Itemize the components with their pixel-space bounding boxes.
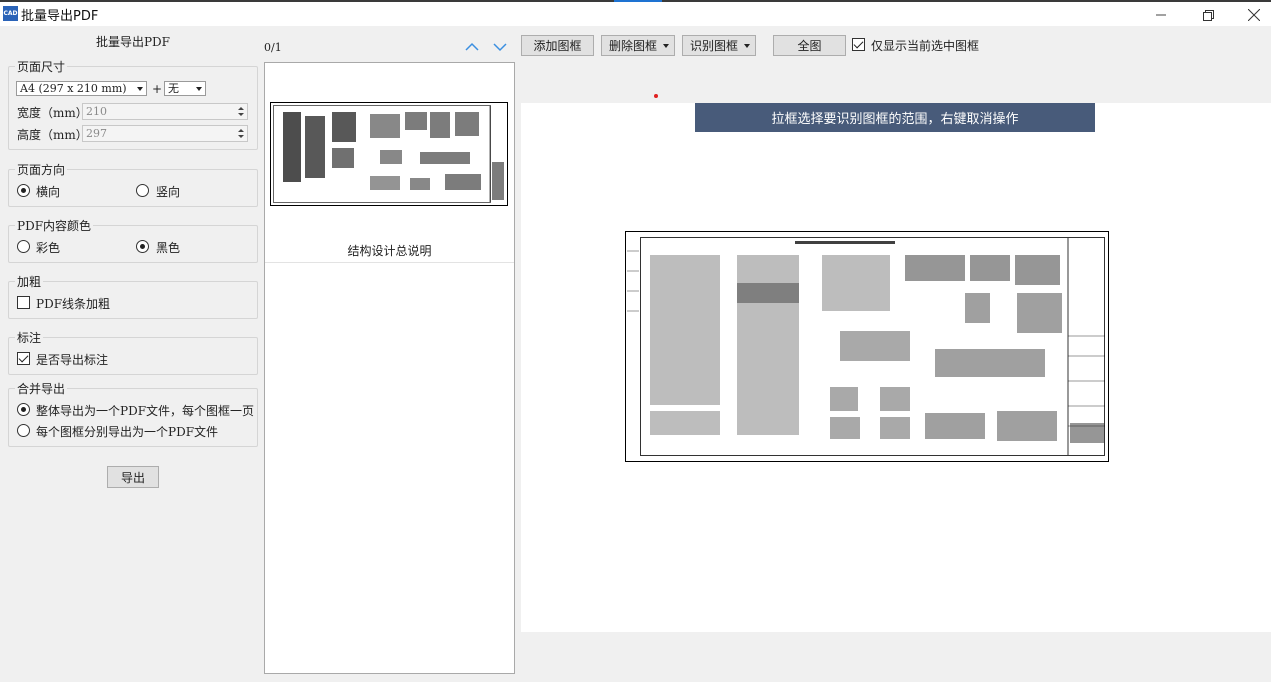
page-counter: 0/1 xyxy=(264,41,282,54)
portrait-radio[interactable] xyxy=(136,184,149,197)
color-legend: PDF内容颜色 xyxy=(17,219,92,233)
export-annotation-checkbox[interactable] xyxy=(17,352,30,365)
orientation-legend: 页面方向 xyxy=(17,163,66,177)
merge-single-label[interactable]: 整体导出为一个PDF文件，每个图框一页 xyxy=(36,402,254,419)
close-button[interactable] xyxy=(1234,4,1271,26)
selection-hint-banner: 拉框选择要识别图框的范围，右键取消操作 xyxy=(695,103,1095,132)
only-selected-label[interactable]: 仅显示当前选中图框 xyxy=(871,37,979,54)
dropdown-arrow-icon xyxy=(663,44,669,48)
export-annotation-label[interactable]: 是否导出标注 xyxy=(36,351,108,368)
minimize-button[interactable] xyxy=(1141,4,1181,26)
bold-lines-label[interactable]: PDF线条加粗 xyxy=(36,295,110,312)
plus-sign: + xyxy=(152,82,163,96)
black-label[interactable]: 黑色 xyxy=(156,239,180,256)
thumbnail-divider xyxy=(265,262,514,263)
height-value: 297 xyxy=(86,127,107,140)
spin-down-icon[interactable] xyxy=(238,113,244,116)
spin-down-icon[interactable] xyxy=(238,135,244,138)
restore-icon xyxy=(1202,9,1214,21)
recognize-frame-label: 识别图框 xyxy=(690,39,739,53)
full-view-button[interactable]: 全图 xyxy=(773,35,846,56)
page-size-legend: 页面尺寸 xyxy=(17,60,66,74)
chevron-up-icon[interactable] xyxy=(465,42,479,52)
portrait-label[interactable]: 竖向 xyxy=(156,183,180,200)
panel-title: 批量导出PDF xyxy=(95,35,171,49)
extra-size-select-value: 无 xyxy=(168,82,179,95)
window-title: 批量导出PDF xyxy=(21,9,99,24)
page-size-select-value: A4 (297 x 210 mm) xyxy=(20,82,127,95)
merge-each-radio[interactable] xyxy=(17,424,30,437)
merge-single-radio[interactable] xyxy=(17,403,30,416)
landscape-label[interactable]: 横向 xyxy=(36,183,60,200)
thumbnail-list[interactable]: 结构设计总说明 xyxy=(264,62,515,674)
bold-legend: 加粗 xyxy=(17,275,42,289)
minimize-icon xyxy=(1156,14,1166,16)
recognize-frame-button[interactable]: 识别图框 xyxy=(682,35,756,56)
extra-size-select[interactable]: 无 xyxy=(164,81,206,96)
title-bar: CAD 批量导出PDF xyxy=(0,2,1271,26)
width-value: 210 xyxy=(86,105,107,118)
height-label: 高度（mm） xyxy=(17,128,88,142)
export-button[interactable]: 导出 xyxy=(107,466,159,488)
app-icon: CAD xyxy=(3,6,18,21)
only-selected-checkbox[interactable] xyxy=(852,38,865,51)
drawing-preview[interactable] xyxy=(625,231,1109,462)
chevron-down-icon xyxy=(196,87,202,91)
color-label[interactable]: 彩色 xyxy=(36,239,60,256)
width-input[interactable]: 210 xyxy=(82,103,248,120)
thumbnail-item[interactable]: 结构设计总说明 xyxy=(265,63,514,262)
marker-dot xyxy=(654,94,658,98)
delete-frame-button[interactable]: 删除图框 xyxy=(601,35,675,56)
spin-up-icon[interactable] xyxy=(238,129,244,132)
bold-lines-checkbox[interactable] xyxy=(17,296,30,309)
color-radio[interactable] xyxy=(17,240,30,253)
page-size-select[interactable]: A4 (297 x 210 mm) xyxy=(16,81,147,96)
dropdown-arrow-icon xyxy=(744,44,750,48)
delete-frame-label: 删除图框 xyxy=(609,39,658,53)
drawing-thumbnail xyxy=(270,102,508,206)
merge-legend: 合并导出 xyxy=(17,382,66,396)
merge-each-label[interactable]: 每个图框分别导出为一个PDF文件 xyxy=(36,423,218,440)
black-radio[interactable] xyxy=(136,240,149,253)
chevron-down-icon xyxy=(137,87,143,91)
close-icon xyxy=(1248,9,1260,21)
thumbnail-caption: 结构设计总说明 xyxy=(347,244,432,258)
annotation-legend: 标注 xyxy=(17,331,42,345)
chevron-down-icon[interactable] xyxy=(493,42,507,52)
height-input[interactable]: 297 xyxy=(82,125,248,142)
spin-up-icon[interactable] xyxy=(238,107,244,110)
restore-button[interactable] xyxy=(1188,4,1228,26)
add-frame-button[interactable]: 添加图框 xyxy=(521,35,594,56)
landscape-radio[interactable] xyxy=(17,184,30,197)
width-label: 宽度（mm） xyxy=(17,106,88,120)
